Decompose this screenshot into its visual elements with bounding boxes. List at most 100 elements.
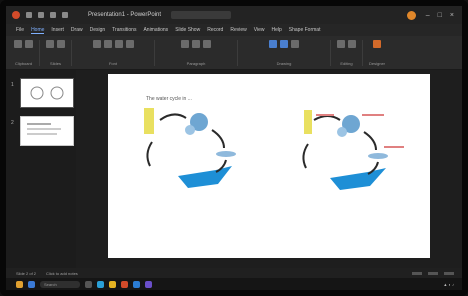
arrange-icon[interactable] <box>280 40 288 48</box>
slide-thumbnail-pane: 1 2 <box>6 70 76 268</box>
cycle-arrow <box>302 143 309 169</box>
slide-counter: Slide 2 of 2 <box>16 270 37 276</box>
water-cycle-diagrams <box>144 108 404 190</box>
designer-icon[interactable] <box>373 40 381 48</box>
view-controls <box>412 271 454 275</box>
numbering-icon[interactable] <box>192 40 200 48</box>
word-icon[interactable] <box>133 280 140 288</box>
normal-view-icon[interactable] <box>412 271 422 275</box>
close-icon[interactable]: × <box>450 12 454 19</box>
cloud-shape <box>337 127 347 137</box>
tab-slide-show[interactable]: Slide Show <box>175 27 200 33</box>
thumbnail-preview <box>30 86 64 100</box>
powerpoint-icon[interactable] <box>121 280 128 288</box>
ribbon-group-drawing: Drawing <box>244 40 331 66</box>
thumbnail-preview <box>27 123 61 135</box>
layout-icon[interactable] <box>57 40 65 48</box>
ribbon-group-editing: Editing <box>337 40 363 66</box>
tab-view[interactable]: View <box>254 27 265 33</box>
cycle-arrow <box>146 141 153 167</box>
zoom-slider[interactable] <box>444 271 454 275</box>
edge-icon[interactable] <box>97 280 104 288</box>
tab-record[interactable]: Record <box>207 27 223 33</box>
label-line <box>384 146 404 148</box>
italic-icon[interactable] <box>103 40 112 48</box>
ribbon-group-clipboard: Clipboard <box>14 40 40 66</box>
cycle-arrow <box>313 115 341 121</box>
ribbon-group-font: Font <box>78 40 155 66</box>
undo-icon[interactable] <box>50 12 56 18</box>
align-icon[interactable] <box>203 40 211 48</box>
window-controls: – □ × <box>426 12 454 19</box>
quick-styles-icon[interactable] <box>291 40 299 48</box>
select-icon[interactable] <box>348 40 356 48</box>
ribbon-group-label: Paragraph <box>186 61 206 66</box>
title-search-box[interactable] <box>171 11 232 19</box>
maximize-icon[interactable]: □ <box>438 12 442 19</box>
cycle-arrow <box>363 131 377 151</box>
water-body-shape <box>178 166 232 188</box>
window-title: Presentation1 - PowerPoint <box>88 12 162 18</box>
system-tray[interactable]: ▲ ◐ ♪ <box>443 282 454 287</box>
underline-icon[interactable] <box>114 40 123 48</box>
sun-shape <box>304 110 312 134</box>
label-line <box>316 114 334 116</box>
task-view-icon[interactable] <box>85 280 92 288</box>
ribbon-group-label: Font <box>108 61 117 66</box>
ribbon-group-label: Editing <box>340 61 353 66</box>
water-body-shape <box>330 168 386 190</box>
minimize-icon[interactable]: – <box>426 12 430 19</box>
font-color-icon[interactable] <box>125 40 134 48</box>
water-ripple-shape <box>368 153 388 159</box>
ribbon-tab-bar: File Home Insert Draw Design Transitions Anima… <box>6 24 462 36</box>
status-bar: Slide 2 of 2 Click to add notes <box>6 268 462 278</box>
slide-thumbnail[interactable] <box>20 78 74 108</box>
ribbon-group-label: Drawing <box>276 61 292 66</box>
slide-number: 2 <box>11 120 14 126</box>
label-line <box>362 114 384 116</box>
shapes-icon[interactable] <box>269 40 277 48</box>
paste-icon[interactable] <box>14 40 22 48</box>
tab-help[interactable]: Help <box>271 27 281 33</box>
find-icon[interactable] <box>337 40 345 48</box>
tab-animations[interactable]: Animations <box>143 27 168 33</box>
bullets-icon[interactable] <box>181 40 189 48</box>
save-icon[interactable] <box>38 12 44 18</box>
taskbar-search[interactable]: Search <box>40 280 80 288</box>
ribbon-group-label: Slides <box>50 61 61 66</box>
tab-insert[interactable]: Insert <box>51 27 64 33</box>
tab-design[interactable]: Design <box>90 27 106 33</box>
tab-draw[interactable]: Draw <box>71 27 83 33</box>
water-cycle-diagram-right <box>302 110 404 190</box>
sun-shape <box>144 108 154 134</box>
explorer-icon[interactable] <box>109 280 116 288</box>
cycle-arrow <box>159 113 187 121</box>
slide-editing-area: The water cycle in ... <box>76 70 462 268</box>
start-icon[interactable] <box>28 280 35 288</box>
cloud-shape <box>185 125 195 135</box>
ribbon: Clipboard Slides Font Paragraph Drawing … <box>6 36 462 70</box>
autosave-toggle-icon[interactable] <box>26 12 32 18</box>
ribbon-group-label: Designer <box>369 61 386 66</box>
weather-icon[interactable] <box>16 280 23 288</box>
redo-icon[interactable] <box>62 12 68 18</box>
new-slide-icon[interactable] <box>46 40 54 48</box>
tab-review[interactable]: Review <box>230 27 246 33</box>
notes-hint[interactable]: Click to add notes <box>46 271 78 276</box>
bold-icon[interactable] <box>92 40 101 48</box>
ribbon-group-designer: Designer <box>369 40 391 66</box>
tab-home[interactable]: Home <box>31 27 45 34</box>
teams-icon[interactable] <box>145 280 152 288</box>
tab-file[interactable]: File <box>16 27 24 33</box>
tab-shape-format[interactable]: Shape Format <box>289 27 321 33</box>
slide-sorter-icon[interactable] <box>428 271 438 275</box>
slide-canvas[interactable]: The water cycle in ... <box>108 74 430 258</box>
slide-thumbnail[interactable] <box>20 116 74 146</box>
avatar[interactable] <box>406 10 416 20</box>
app-icon <box>12 11 20 19</box>
cut-icon[interactable] <box>25 40 33 48</box>
tab-transitions[interactable]: Transitions <box>112 27 136 33</box>
water-ripple-shape <box>216 151 236 157</box>
cycle-arrow <box>211 129 225 149</box>
ribbon-group-paragraph: Paragraph <box>161 40 238 66</box>
